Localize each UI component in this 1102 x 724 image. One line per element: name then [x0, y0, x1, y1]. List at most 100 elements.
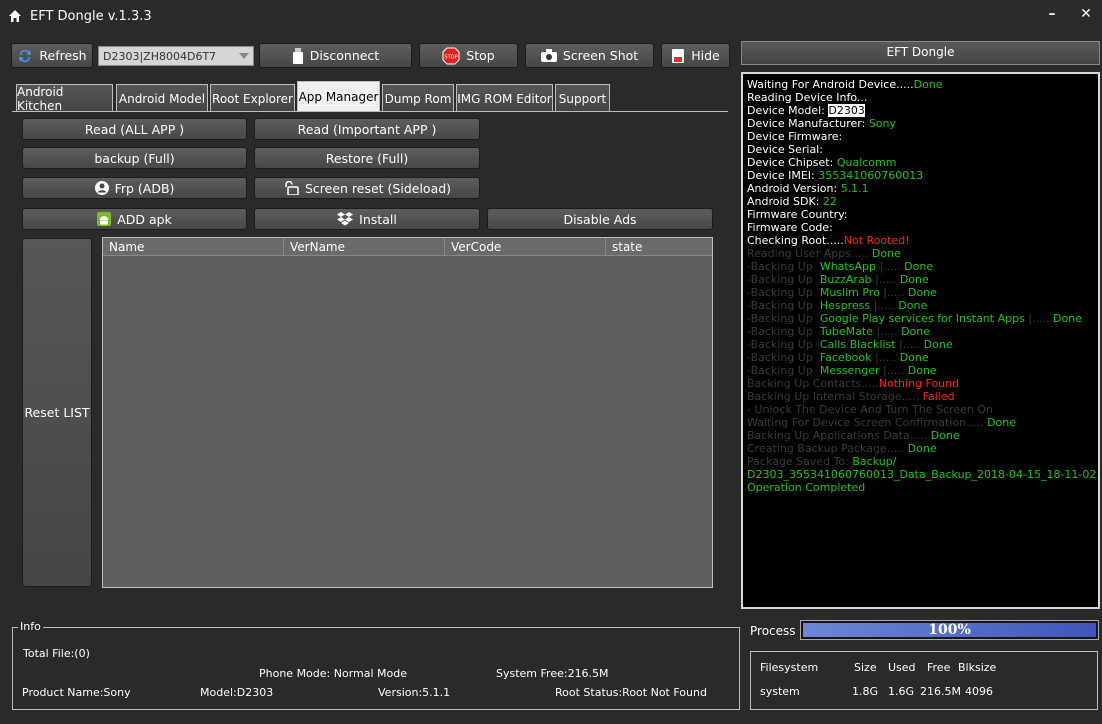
- fs-header-free: Free: [927, 661, 951, 674]
- log-text: Android Version:: [747, 182, 841, 195]
- hide-button[interactable]: Hide: [661, 43, 730, 68]
- screen-reset-button[interactable]: Screen reset (Sideload): [254, 177, 480, 199]
- log-line: Backing Up Contacts.....Nothing Found: [747, 377, 1094, 390]
- backup-full-button[interactable]: backup (Full): [22, 147, 247, 169]
- fs-cell-filesystem: system: [760, 685, 800, 698]
- log-console[interactable]: Waiting For Android Device.....Done Readi…: [741, 72, 1100, 609]
- log-text: -Backing Up: [747, 273, 820, 286]
- fs-header-size: Size: [854, 661, 877, 674]
- tab-divider: [12, 111, 728, 112]
- read-important-app-button[interactable]: Read (Important APP ): [254, 118, 480, 140]
- stop-label: Stop: [466, 48, 495, 63]
- fs-header-blksize: Blksize: [958, 661, 997, 674]
- log-text: Device IMEI:: [747, 169, 819, 182]
- log-text: Package Saved To:: [747, 455, 853, 468]
- log-text: Backing Up Internal Storage.....: [747, 390, 923, 403]
- log-line: -Backing Up Muslim Pro |..... Done: [747, 286, 1094, 299]
- column-header-vername[interactable]: VerName: [284, 238, 445, 256]
- svg-text:STOP: STOP: [445, 54, 458, 60]
- disable-ads-button[interactable]: Disable Ads: [487, 208, 713, 230]
- log-text: Done: [923, 338, 953, 351]
- log-text: D2303_355341060760013_Data_Backup_2018-0…: [747, 468, 1100, 481]
- home-icon: [9, 10, 21, 22]
- minimize-button[interactable]: –: [1042, 6, 1062, 26]
- phone-mode-text: Phone Mode: Normal Mode: [259, 667, 408, 680]
- log-text: 22: [822, 195, 837, 208]
- info-legend: Info: [18, 620, 43, 633]
- tab-support[interactable]: Support: [555, 84, 610, 112]
- disconnect-label: Disconnect: [309, 48, 380, 63]
- log-text: 355341060760013: [818, 169, 924, 182]
- log-line: Device Model: D2303: [747, 104, 1094, 117]
- log-text: Done: [987, 416, 1017, 429]
- log-text: Backup/: [852, 455, 897, 468]
- fs-header-used: Used: [888, 661, 916, 674]
- log-text: Done: [930, 429, 960, 442]
- log-text: |.....: [870, 299, 899, 312]
- tab-app-manager[interactable]: App Manager: [297, 81, 380, 112]
- refresh-button[interactable]: Refresh: [11, 43, 93, 68]
- tab-android-model[interactable]: Android Model: [116, 84, 208, 112]
- progress-percent: 100%: [928, 622, 971, 638]
- table-header: Name VerName VerCode state: [103, 238, 712, 256]
- log-text: Done: [907, 442, 937, 455]
- camera-icon: [540, 49, 557, 62]
- root-status-text: Root Status:Root Not Found: [555, 686, 707, 699]
- log-text: Facebook: [819, 351, 872, 364]
- tab-root-explorer[interactable]: Root Explorer: [210, 84, 295, 112]
- column-header-vercode[interactable]: VerCode: [445, 238, 606, 256]
- log-text: Nothing Found: [878, 377, 960, 390]
- log-line: Device Firmware:: [747, 130, 1094, 143]
- log-text: Device Manufacturer:: [747, 117, 869, 130]
- log-text: 5.1.1: [840, 182, 869, 195]
- process-label: Process: [750, 624, 796, 638]
- column-header-name[interactable]: Name: [103, 238, 284, 256]
- reset-list-button[interactable]: Reset LIST: [22, 238, 92, 587]
- log-text: -Backing Up: [747, 338, 820, 351]
- log-text: Sony: [868, 117, 897, 130]
- log-text: |.....: [879, 286, 908, 299]
- unlock-icon: [285, 181, 299, 195]
- stop-button[interactable]: STOP Stop: [419, 43, 518, 68]
- frp-adb-button[interactable]: Frp (ADB): [22, 177, 247, 199]
- usb-stick-icon: [292, 47, 303, 64]
- log-line: Reading Device Info...: [747, 91, 1094, 104]
- refresh-label: Refresh: [39, 48, 87, 63]
- screenshot-button[interactable]: Screen Shot: [525, 43, 654, 68]
- install-button[interactable]: Install: [254, 208, 480, 230]
- close-button[interactable]: ✕: [1076, 6, 1096, 26]
- log-text: Done: [898, 299, 928, 312]
- tab-android-kitchen[interactable]: Android Kitchen: [16, 84, 113, 113]
- chevron-down-icon: [239, 53, 249, 59]
- log-line: -Backing Up BuzzArab |..... Done: [747, 273, 1094, 286]
- log-text: Done: [1053, 312, 1082, 325]
- log-text: Messenger: [819, 364, 880, 377]
- log-text: Done: [907, 286, 937, 299]
- restore-full-button[interactable]: Restore (Full): [254, 147, 480, 169]
- log-text: Qualcomm: [836, 156, 897, 169]
- log-text: Waiting For Android Device.....: [747, 78, 914, 91]
- fs-cell-free: 216.5M: [920, 685, 961, 698]
- log-line: Android Version: 5.1.1: [747, 182, 1094, 195]
- log-panel-title: EFT Dongle: [741, 41, 1100, 65]
- log-text: Done: [904, 260, 934, 273]
- log-text: - Unlock The Device And Turn The Screen …: [747, 403, 993, 416]
- disconnect-button[interactable]: Disconnect: [259, 43, 412, 68]
- apps-table[interactable]: Name VerName VerCode state: [102, 237, 713, 588]
- tab-img-rom-editor[interactable]: IMG ROM Editor: [456, 84, 553, 112]
- device-select[interactable]: D2303|ZH8004D6T7: [98, 46, 254, 66]
- log-line: -Backing Up WhatsApp |..... Done: [747, 260, 1094, 273]
- system-free-text: System Free:216.5M: [496, 667, 609, 680]
- model-text: Model:D2303: [200, 686, 274, 699]
- read-all-app-button[interactable]: Read (ALL APP ): [22, 118, 247, 140]
- screenshot-label: Screen Shot: [562, 48, 639, 63]
- tab-dump-rom[interactable]: Dump Rom: [382, 84, 454, 112]
- log-line: Package Saved To: Backup/: [747, 455, 1094, 468]
- filesystem-panel: [750, 651, 1098, 710]
- product-name-text: Product Name:Sony: [22, 686, 131, 699]
- add-apk-button[interactable]: ADD apk: [22, 208, 247, 230]
- log-line: Device Chipset: Qualcomm: [747, 156, 1094, 169]
- log-text: Done: [913, 78, 943, 91]
- column-header-state[interactable]: state: [606, 238, 712, 256]
- log-text: TubeMate: [819, 325, 873, 338]
